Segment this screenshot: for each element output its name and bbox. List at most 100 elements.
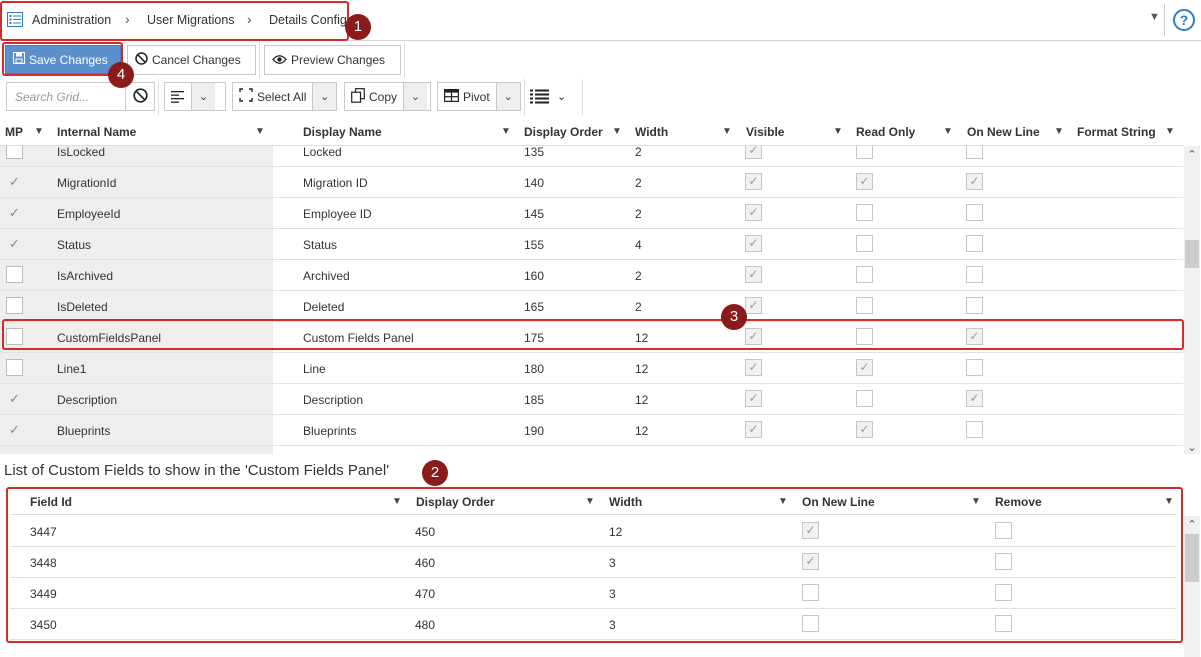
display-name-cell[interactable]: Description: [303, 393, 363, 407]
visible-checkbox[interactable]: ✓: [745, 359, 762, 376]
on-new-line-checkbox[interactable]: ✓: [966, 173, 983, 190]
clear-search-button[interactable]: [125, 82, 155, 111]
read-only-checkbox[interactable]: ✓: [856, 359, 873, 376]
visible-checkbox[interactable]: ✓: [745, 146, 762, 159]
caret-down-icon[interactable]: ▼: [1149, 11, 1160, 23]
filter-icon[interactable]: ▼: [612, 126, 622, 137]
on-new-line-checkbox[interactable]: [966, 204, 983, 221]
chevron-down-icon[interactable]: ⌄: [403, 83, 428, 110]
column-header-format-string[interactable]: Format String: [1077, 125, 1156, 139]
mp-check-icon[interactable]: ✓: [6, 173, 23, 190]
table-row[interactable]: ✓ Description Description 185 12 ✓ ✓: [0, 384, 1183, 415]
pivot-split-button[interactable]: Pivot ⌄: [437, 82, 521, 111]
mp-checkbox[interactable]: [6, 146, 23, 159]
filter-icon[interactable]: ▼: [833, 126, 843, 137]
align-left-icon[interactable]: [165, 83, 191, 110]
visible-checkbox[interactable]: ✓: [745, 173, 762, 190]
on-new-line-checkbox[interactable]: [966, 297, 983, 314]
display-name-cell[interactable]: Line: [303, 362, 326, 376]
on-new-line-checkbox[interactable]: [966, 235, 983, 252]
select-all-button[interactable]: Select All: [233, 83, 312, 110]
chevron-down-icon[interactable]: ⌄: [191, 83, 215, 110]
mp-check-icon[interactable]: ✓: [6, 421, 23, 438]
on-new-line-checkbox[interactable]: ✓: [966, 390, 983, 407]
display-order-cell[interactable]: 180: [524, 362, 544, 376]
column-header-display-name[interactable]: Display Name: [303, 125, 382, 139]
display-name-cell[interactable]: Archived: [303, 269, 350, 283]
pivot-button[interactable]: Pivot: [438, 83, 496, 110]
display-order-cell[interactable]: 160: [524, 269, 544, 283]
scrollbar-thumb[interactable]: [1185, 534, 1199, 582]
column-header-width[interactable]: Width: [635, 125, 668, 139]
table-row[interactable]: ✓ EmployeeId Employee ID 145 2 ✓: [0, 198, 1183, 229]
copy-split-button[interactable]: Copy ⌄: [344, 82, 431, 111]
filter-icon[interactable]: ▼: [255, 126, 265, 137]
display-order-cell[interactable]: 140: [524, 176, 544, 190]
select-all-split-button[interactable]: Select All ⌄: [232, 82, 337, 111]
on-new-line-checkbox[interactable]: [966, 359, 983, 376]
table-row[interactable]: IsLocked Locked 135 2 ✓: [0, 146, 1183, 167]
column-header-display-order[interactable]: Display Order: [524, 125, 603, 139]
filter-icon[interactable]: ▼: [34, 126, 44, 137]
filter-icon[interactable]: ▼: [1054, 126, 1064, 137]
width-cell[interactable]: 2: [635, 146, 642, 159]
filter-icon[interactable]: ▼: [501, 126, 511, 137]
columns-menu-button[interactable]: ⌄: [527, 82, 579, 111]
column-header-read-only[interactable]: Read Only: [856, 125, 915, 139]
display-name-cell[interactable]: Blueprints: [303, 424, 356, 438]
read-only-checkbox[interactable]: [856, 297, 873, 314]
mp-checkbox[interactable]: [6, 297, 23, 314]
width-cell[interactable]: 2: [635, 207, 642, 221]
display-order-cell[interactable]: 190: [524, 424, 544, 438]
table-row[interactable]: ✓ Status Status 155 4 ✓: [0, 229, 1183, 260]
help-icon[interactable]: ?: [1173, 9, 1195, 31]
table-row[interactable]: ✓ Blueprints Blueprints 190 12 ✓ ✓: [0, 415, 1183, 446]
visible-checkbox[interactable]: ✓: [745, 266, 762, 283]
mp-check-icon[interactable]: ✓: [6, 235, 23, 252]
width-cell[interactable]: 12: [635, 362, 648, 376]
visible-checkbox[interactable]: ✓: [745, 204, 762, 221]
copy-button[interactable]: Copy: [345, 83, 403, 110]
display-order-cell[interactable]: 145: [524, 207, 544, 221]
on-new-line-checkbox[interactable]: [966, 421, 983, 438]
mp-checkbox[interactable]: [6, 359, 23, 376]
scroll-down-icon[interactable]: ⌄: [1184, 441, 1200, 454]
column-header-on-new-line[interactable]: On New Line: [967, 125, 1040, 139]
visible-checkbox[interactable]: ✓: [745, 421, 762, 438]
read-only-checkbox[interactable]: [856, 146, 873, 159]
filter-icon[interactable]: ▼: [722, 126, 732, 137]
scrollbar-thumb[interactable]: [1185, 240, 1199, 268]
visible-checkbox[interactable]: ✓: [745, 235, 762, 252]
table-row[interactable]: IsArchived Archived 160 2 ✓: [0, 260, 1183, 291]
display-order-cell[interactable]: 165: [524, 300, 544, 314]
display-name-cell[interactable]: Status: [303, 238, 337, 252]
display-name-cell[interactable]: Locked: [303, 146, 342, 159]
read-only-checkbox[interactable]: ✓: [856, 421, 873, 438]
cancel-changes-button[interactable]: Cancel Changes: [127, 45, 256, 75]
on-new-line-checkbox[interactable]: [966, 146, 983, 159]
chevron-down-icon[interactable]: ⌄: [553, 82, 566, 111]
search-grid-input[interactable]: [6, 82, 126, 111]
width-cell[interactable]: 2: [635, 300, 642, 314]
mp-check-icon[interactable]: ✓: [6, 204, 23, 221]
vertical-scrollbar[interactable]: ⌃: [1184, 516, 1200, 657]
display-order-cell[interactable]: 135: [524, 146, 544, 159]
display-name-cell[interactable]: Employee ID: [303, 207, 372, 221]
display-order-cell[interactable]: 155: [524, 238, 544, 252]
preview-changes-button[interactable]: Preview Changes: [264, 45, 401, 75]
chevron-down-icon[interactable]: ⌄: [495, 83, 520, 110]
table-row[interactable]: Line1 Line 180 12 ✓ ✓: [0, 353, 1183, 384]
display-order-cell[interactable]: 185: [524, 393, 544, 407]
visible-checkbox[interactable]: ✓: [745, 297, 762, 314]
table-row[interactable]: IsDeleted Deleted 165 2 ✓: [0, 291, 1183, 322]
read-only-checkbox[interactable]: [856, 204, 873, 221]
display-name-cell[interactable]: Migration ID: [303, 176, 368, 190]
column-header-internal-name[interactable]: Internal Name: [57, 125, 136, 139]
columns-icon[interactable]: [527, 82, 553, 111]
chevron-down-icon[interactable]: ⌄: [312, 83, 336, 110]
on-new-line-checkbox[interactable]: [966, 266, 983, 283]
scroll-up-icon[interactable]: ⌃: [1184, 518, 1200, 531]
read-only-checkbox[interactable]: [856, 390, 873, 407]
visible-checkbox[interactable]: ✓: [745, 390, 762, 407]
column-header-mp[interactable]: MP: [5, 125, 23, 139]
